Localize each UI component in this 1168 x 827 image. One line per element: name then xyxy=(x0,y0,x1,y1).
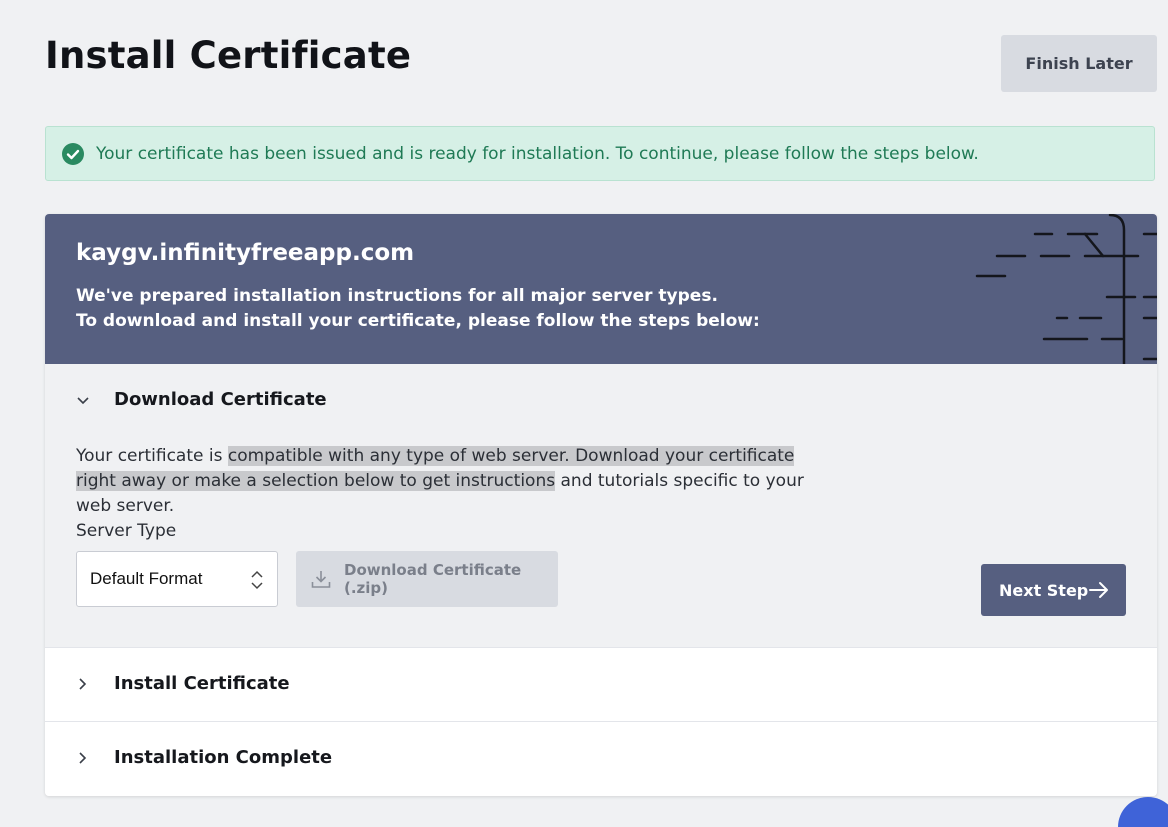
description-text-1: Your certificate is xyxy=(76,446,228,466)
help-widget-button[interactable] xyxy=(1118,797,1168,827)
step-install-certificate[interactable]: Install Certificate xyxy=(45,648,1157,722)
server-type-label: Server Type xyxy=(76,521,177,541)
step-title-download: Download Certificate xyxy=(114,389,327,410)
chevron-down-icon xyxy=(76,394,90,408)
step-description: Your certificate is compatible with any … xyxy=(76,444,836,519)
server-type-select[interactable]: Default Format xyxy=(76,551,278,607)
page-title: Install Certificate xyxy=(45,34,412,77)
server-type-value: Default Format xyxy=(90,569,203,588)
intro-line-1: We've prepared installation instructions… xyxy=(76,286,718,306)
download-icon xyxy=(311,569,331,589)
step-title-install: Install Certificate xyxy=(114,673,290,694)
download-button-label: Download Certificate (.zip) xyxy=(344,561,522,597)
next-step-button[interactable]: Next Step xyxy=(981,564,1126,616)
arrow-right-icon xyxy=(1089,582,1108,598)
step-title-complete: Installation Complete xyxy=(114,747,333,768)
finish-later-button[interactable]: Finish Later xyxy=(1001,35,1157,92)
card-header: kaygv.infinityfreeapp.com We've prepared… xyxy=(45,214,1157,364)
check-circle-icon xyxy=(62,142,84,165)
intro-line-2: To download and install your certificate… xyxy=(76,311,760,331)
download-certificate-button[interactable]: Download Certificate (.zip) xyxy=(296,551,558,607)
certificate-card: kaygv.infinityfreeapp.com We've prepared… xyxy=(45,214,1157,796)
select-updown-icon xyxy=(251,570,263,590)
next-step-label: Next Step xyxy=(999,580,1089,600)
step-installation-complete[interactable]: Installation Complete xyxy=(45,722,1157,796)
alert-message: Your certificate has been issued and is … xyxy=(96,143,979,164)
step-download-certificate: Download Certificate Your certificate is… xyxy=(45,364,1157,648)
decorative-lines-graphic xyxy=(975,214,1157,364)
step-header-download[interactable]: Download Certificate xyxy=(45,370,1157,430)
chevron-right-icon xyxy=(76,751,90,765)
success-alert: Your certificate has been issued and is … xyxy=(45,126,1155,181)
chevron-right-icon xyxy=(76,677,90,691)
domain-name: kaygv.infinityfreeapp.com xyxy=(76,240,415,266)
